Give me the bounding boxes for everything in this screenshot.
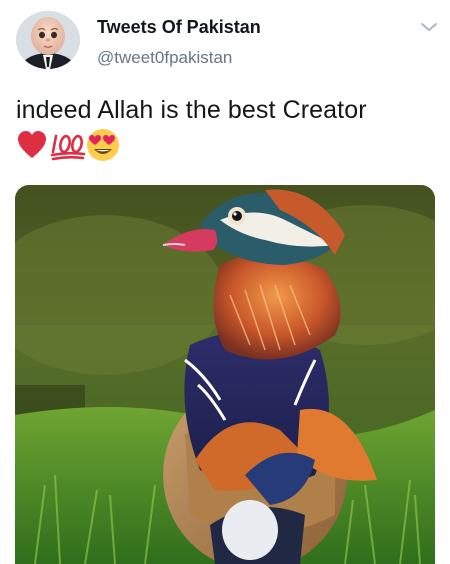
heart-eyes-emoji [87, 129, 119, 161]
tweet-text: indeed Allah is the best Creator [16, 96, 367, 124]
tweet-photo[interactable] [15, 185, 435, 564]
display-name[interactable]: Tweets Of Pakistan [97, 17, 261, 38]
red-heart-emoji [18, 131, 46, 158]
chevron-down-icon[interactable] [420, 21, 438, 33]
hundred-points-emoji [50, 134, 86, 161]
avatar[interactable] [16, 11, 80, 69]
user-handle[interactable]: @tweet0fpakistan [97, 48, 232, 68]
avatar-boss-baby-icon [16, 11, 80, 69]
tweet-card[interactable]: Tweets Of Pakistan @tweet0fpakistan inde… [0, 0, 450, 564]
photo-mandarin-duck [15, 185, 435, 564]
tweet-header: Tweets Of Pakistan @tweet0fpakistan [16, 11, 440, 71]
emoji-row [16, 128, 136, 164]
